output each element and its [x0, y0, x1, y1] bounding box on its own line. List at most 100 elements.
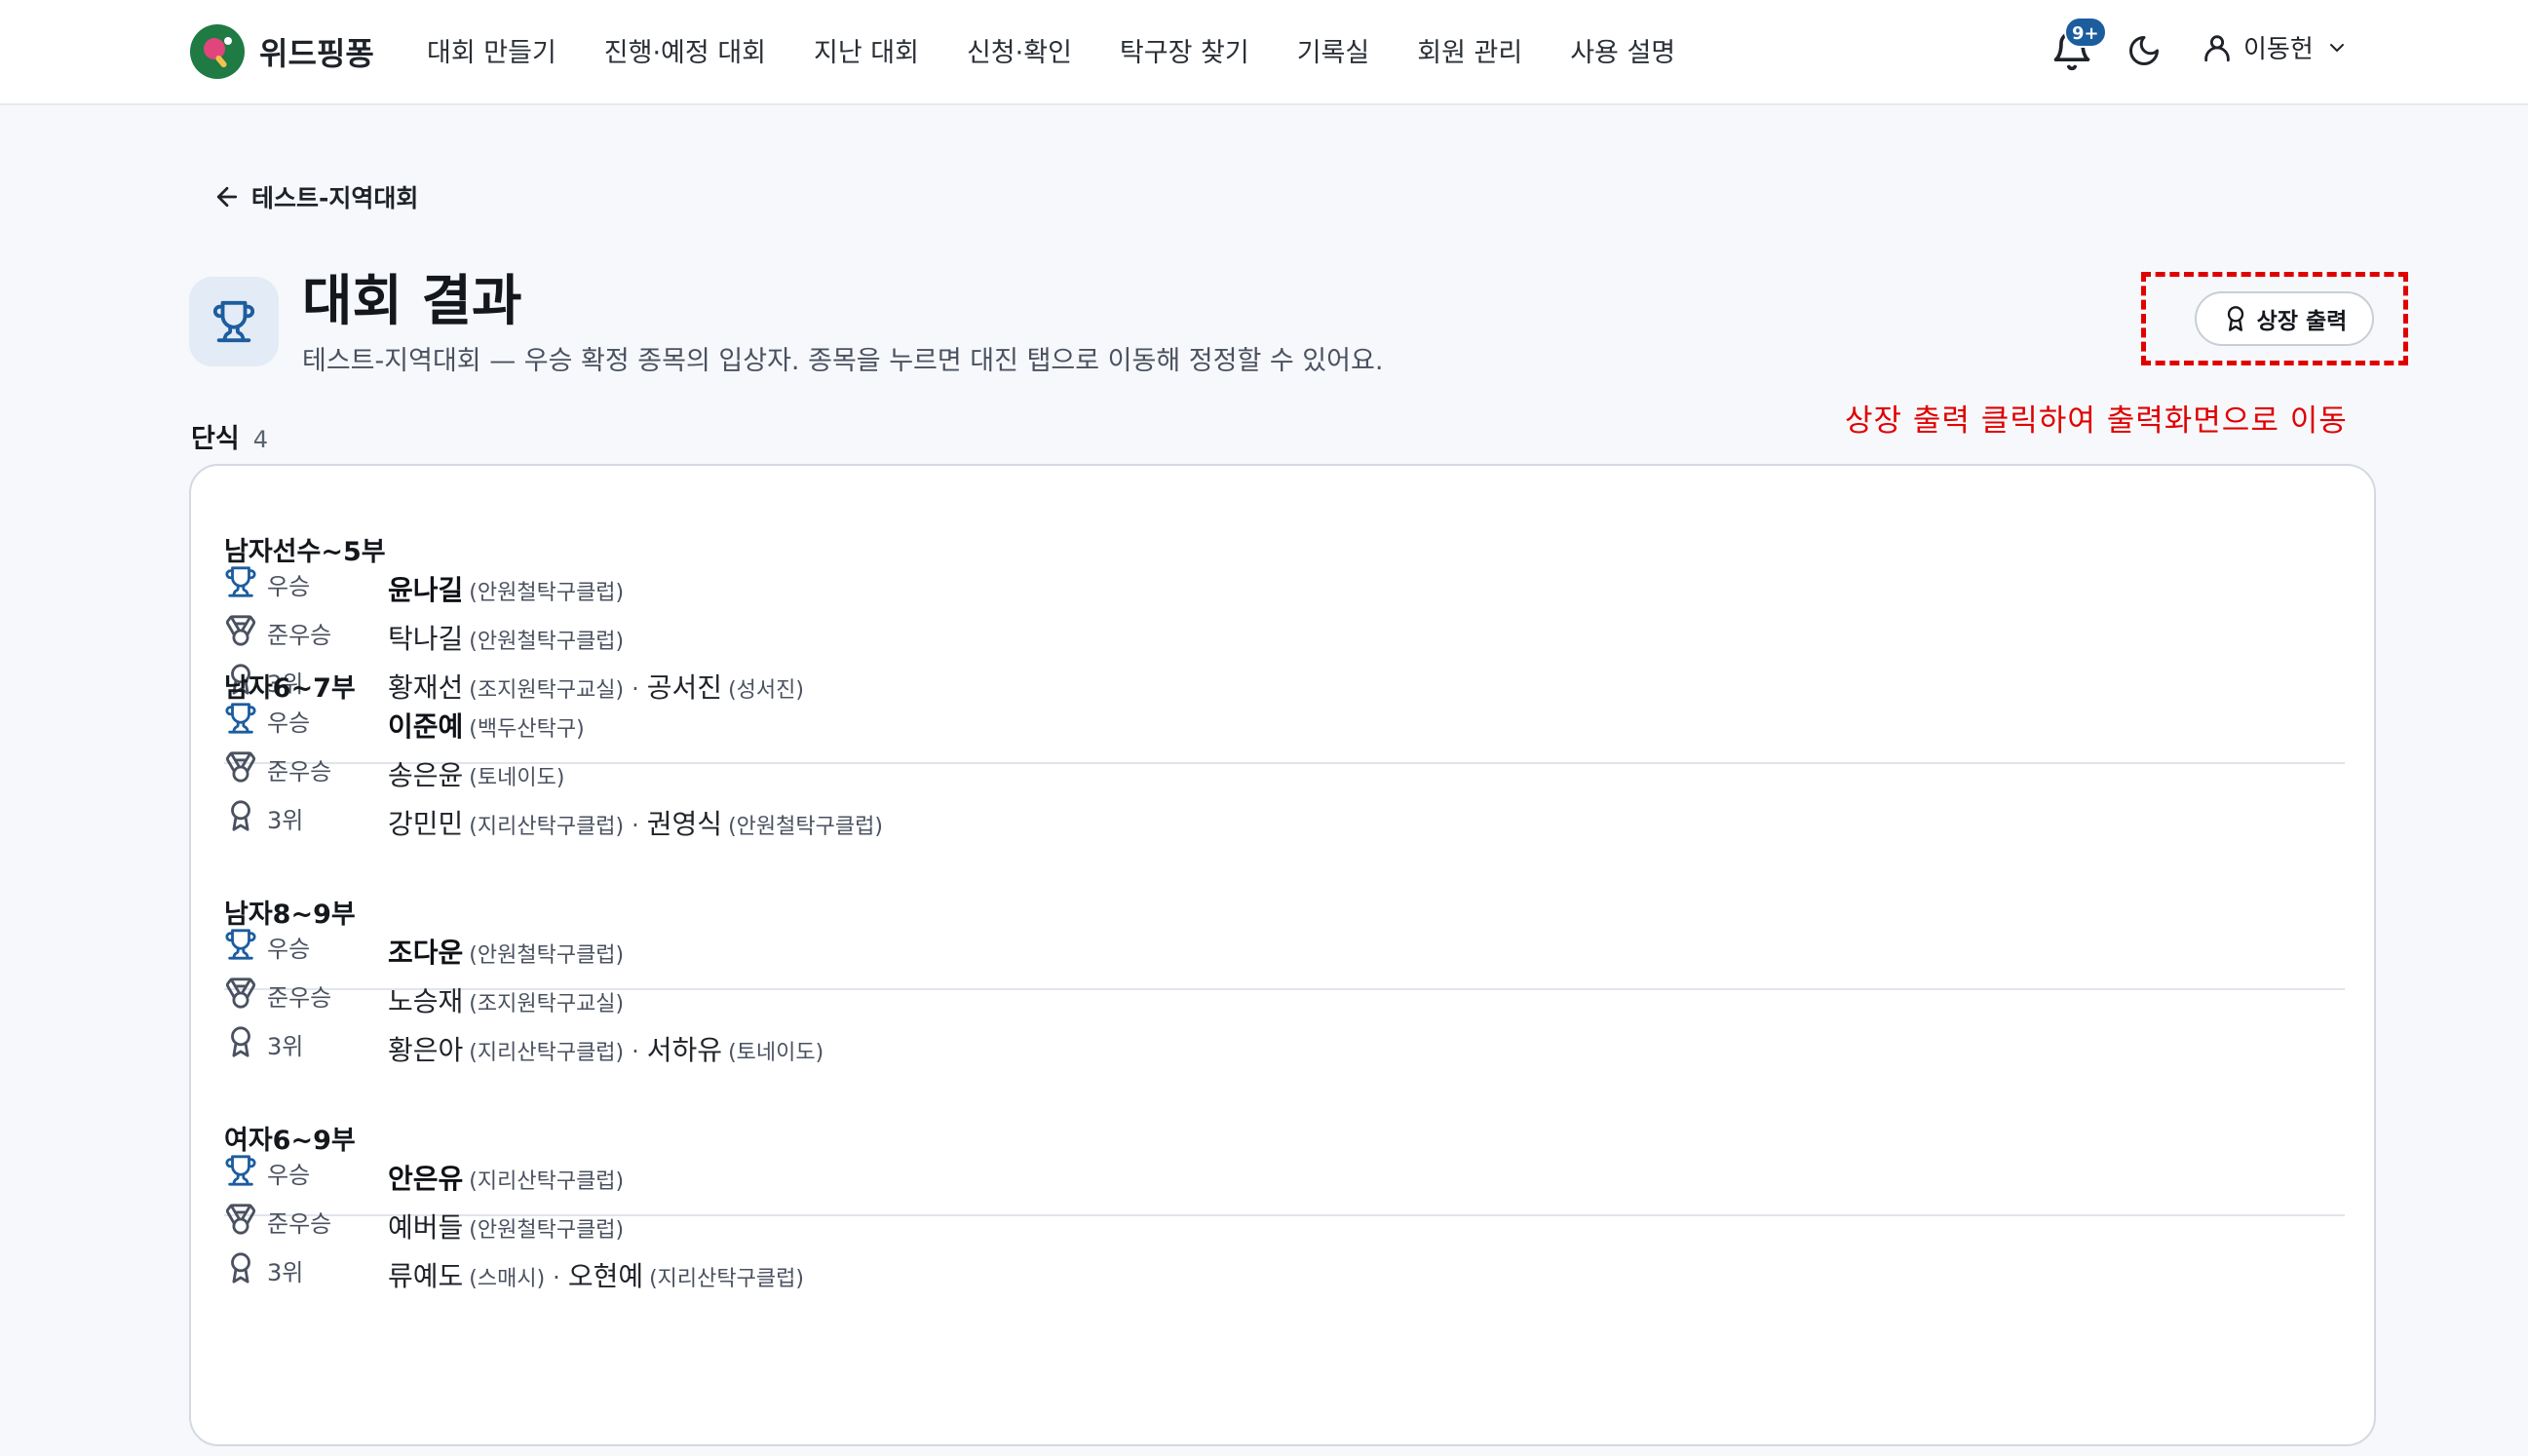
- nav-past-tournaments[interactable]: 지난 대회: [814, 31, 919, 69]
- trophy-icon: [212, 300, 255, 343]
- section-count: 4: [252, 426, 268, 453]
- result-row-winner: 우승 조다운 (안원철탁구클럽): [224, 929, 2345, 980]
- player-club: (지리산탁구클럽): [469, 1041, 625, 1065]
- player-name: 송은윤: [388, 759, 464, 791]
- event-block[interactable]: 남자6~7부 우승 이준예 (백두산탁구) 준우승 송은윤 (토네이도) 3위 강민…: [224, 667, 2345, 852]
- page-subtitle: 테스트-지역대회 — 우승 확정 종목의 입상자. 종목을 누르면 대진 탭으로…: [302, 346, 1384, 376]
- trophy-icon: [225, 929, 256, 960]
- player-club: (안원철탁구클럽): [469, 1218, 625, 1243]
- rank-label: 준우승: [267, 1210, 332, 1238]
- rank-label: 우승: [267, 573, 311, 600]
- section-title: 단식: [191, 424, 240, 454]
- rank-label: 3위: [267, 1259, 304, 1286]
- separator: ·: [632, 1038, 639, 1065]
- player-club: (조지원탁구교실): [469, 992, 625, 1016]
- title-badge: [189, 277, 279, 366]
- trophy-icon: [225, 566, 256, 597]
- players: 탁나길 (안원철탁구클럽): [388, 618, 624, 657]
- separator: ·: [553, 1264, 560, 1291]
- player-club: (토네이도): [728, 1041, 824, 1065]
- nav-create-tournament[interactable]: 대회 만들기: [427, 31, 556, 69]
- player-club: (토네이도): [469, 766, 565, 790]
- nav-ongoing-tournaments[interactable]: 진행·예정 대회: [604, 31, 766, 69]
- player-club: (안원철탁구클럽): [469, 630, 625, 654]
- event-title[interactable]: 남자선수~5부: [224, 530, 2345, 569]
- print-award-button[interactable]: 상장 출력: [2195, 291, 2374, 346]
- print-award-label: 상장 출력: [2256, 309, 2348, 334]
- ping-pong-logo-icon: [190, 24, 245, 79]
- player-name: 류예도: [388, 1260, 464, 1292]
- result-row-third: 3위 강민민 (지리산탁구클럽) · 권영식 (안원철탁구클럽): [224, 800, 2345, 852]
- player-name: 강민민: [388, 808, 464, 840]
- medal-icon: [225, 977, 256, 1009]
- result-row-runner-up: 준우승 예버들 (안원철탁구클럽): [224, 1204, 2345, 1255]
- player-name: 권영식: [646, 808, 723, 840]
- event-block[interactable]: 남자8~9부 우승 조다운 (안원철탁구클럽) 준우승 노승재 (조지원탁구교실) …: [224, 893, 2345, 1078]
- players: 조다운 (안원철탁구클럽): [388, 932, 624, 971]
- user-name: 이동헌: [2243, 35, 2314, 64]
- result-row-winner: 우승 윤나길 (안원철탁구클럽): [224, 566, 2345, 618]
- result-row-third: 3위 황은아 (지리산탁구클럽) · 서하유 (토네이도): [224, 1026, 2345, 1078]
- nav-apply-check[interactable]: 신청·확인: [967, 31, 1072, 69]
- nav-find-club[interactable]: 탁구장 찾기: [1120, 31, 1249, 69]
- player-name: 서하유: [646, 1034, 723, 1066]
- event-block[interactable]: 여자6~9부 우승 안은유 (지리산탁구클럽) 준우승 예버들 (안원철탁구클럽) …: [224, 1119, 2345, 1304]
- notification-badge: 9+: [2064, 17, 2107, 48]
- nav-records[interactable]: 기록실: [1297, 31, 1370, 69]
- trophy-icon: [225, 703, 256, 734]
- chevron-down-icon: [2329, 43, 2344, 52]
- trophy-icon: [225, 1155, 256, 1186]
- result-row-third: 3위 류예도 (스매시) · 오현예 (지리산탁구클럽): [224, 1252, 2345, 1304]
- player-club: (지리산탁구클럽): [469, 1169, 625, 1194]
- players: 송은윤 (토네이도): [388, 754, 564, 793]
- nav-guide[interactable]: 사용 설명: [1570, 31, 1675, 69]
- event-title[interactable]: 남자8~9부: [224, 893, 2345, 932]
- player-name: 안은유: [388, 1163, 464, 1195]
- players: 강민민 (지리산탁구클럽) · 권영식 (안원철탁구클럽): [388, 803, 883, 842]
- separator: ·: [632, 812, 639, 839]
- result-row-runner-up: 준우승 송은윤 (토네이도): [224, 751, 2345, 803]
- rank-label: 3위: [267, 807, 304, 834]
- player-name: 윤나길: [388, 574, 464, 606]
- user-menu[interactable]: 이동헌: [2201, 29, 2349, 65]
- players: 노승재 (조지원탁구교실): [388, 980, 624, 1019]
- award-ribbon-icon: [231, 800, 250, 831]
- page-title: 대회 결과: [302, 270, 522, 333]
- back-link[interactable]: 테스트-지역대회: [212, 179, 418, 214]
- player-name: 오현예: [567, 1260, 644, 1292]
- result-row-runner-up: 준우승 노승재 (조지원탁구교실): [224, 977, 2345, 1029]
- nav-members[interactable]: 회원 관리: [1417, 31, 1522, 69]
- result-row-runner-up: 준우승 탁나길 (안원철탁구클럽): [224, 615, 2345, 667]
- players: 예버들 (안원철탁구클럽): [388, 1207, 624, 1245]
- player-club: (안원철탁구클럽): [728, 815, 883, 839]
- section-heading: 단식 4: [191, 417, 268, 455]
- player-name: 탁나길: [388, 623, 464, 655]
- event-title[interactable]: 남자6~7부: [224, 667, 2345, 706]
- result-row-winner: 우승 안은유 (지리산탁구클럽): [224, 1155, 2345, 1207]
- player-club: (지리산탁구클럽): [469, 815, 625, 839]
- moon-icon[interactable]: [2126, 33, 2162, 68]
- players: 황은아 (지리산탁구클럽) · 서하유 (토네이도): [388, 1029, 824, 1068]
- award-ribbon-icon: [231, 1252, 250, 1284]
- rank-label: 우승: [267, 709, 311, 737]
- event-title[interactable]: 여자6~9부: [224, 1119, 2345, 1158]
- player-name: 노승재: [388, 985, 464, 1017]
- players: 이준예 (백두산탁구): [388, 706, 585, 745]
- back-link-label: 테스트-지역대회: [251, 184, 419, 212]
- player-name: 예버들: [388, 1211, 464, 1244]
- annotation-text: 상장 출력 클릭하여 출력화면으로 이동: [1845, 403, 2348, 439]
- award-ribbon-icon: [231, 1026, 250, 1057]
- logo-text: 위드핑퐁: [259, 35, 374, 72]
- results-card: 남자선수~5부 우승 윤나길 (안원철탁구클럽) 준우승 탁나길 (안원철탁구클럽)…: [189, 464, 2376, 1446]
- player-club: (지리산탁구클럽): [649, 1267, 804, 1291]
- player-name: 이준예: [388, 710, 464, 743]
- player-club: (안원철탁구클럽): [469, 943, 625, 968]
- rank-label: 준우승: [267, 984, 332, 1012]
- players: 윤나길 (안원철탁구클럽): [388, 569, 624, 608]
- user-icon: [2204, 34, 2230, 61]
- player-name: 황은아: [388, 1034, 464, 1066]
- player-club: (안원철탁구클럽): [469, 581, 625, 605]
- logo[interactable]: 위드핑퐁: [189, 23, 374, 80]
- player-name: 조다운: [388, 937, 464, 969]
- main-nav: 대회 만들기 진행·예정 대회 지난 대회 신청·확인 탁구장 찾기 기록실 회…: [427, 31, 1723, 69]
